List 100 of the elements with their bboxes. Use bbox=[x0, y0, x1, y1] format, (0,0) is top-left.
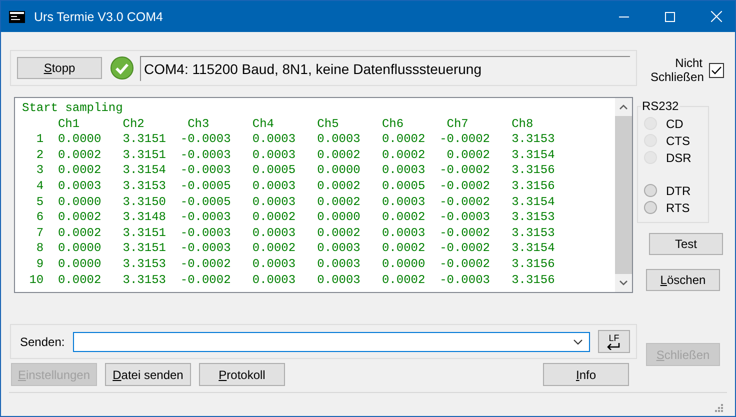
row-number: 1 bbox=[35, 132, 44, 148]
scroll-down-icon[interactable] bbox=[619, 280, 628, 286]
value-cell-text: -0.0003 bbox=[438, 272, 491, 288]
value-cell-text: 3.3154 bbox=[510, 241, 556, 257]
dropdown-icon[interactable] bbox=[573, 338, 583, 344]
value-cell-text: 0.0003 bbox=[56, 178, 102, 195]
value-cell-text: 3.3154 bbox=[510, 194, 556, 210]
row-number: 10 bbox=[28, 272, 44, 288]
value-cell-text: 0.0003 bbox=[251, 226, 297, 242]
value-cell-text: 0.0002 bbox=[56, 148, 102, 164]
signal-label: DTR bbox=[666, 184, 691, 198]
clear-button[interactable]: Löschen bbox=[646, 269, 720, 291]
value-cell-text: -0.0002 bbox=[438, 163, 491, 179]
column-header: Ch1 bbox=[56, 116, 81, 132]
stop-button[interactable]: Stopp bbox=[17, 57, 102, 79]
maximize-icon[interactable] bbox=[665, 12, 675, 22]
info-button[interactable]: Info bbox=[543, 363, 629, 386]
value-cell-text: 0.0000 bbox=[56, 132, 102, 148]
row-number: 4 bbox=[35, 178, 44, 195]
window-title: Urs Termie V3.0 COM4 bbox=[34, 10, 163, 24]
checkbox-label: Nicht Schließen bbox=[650, 56, 702, 84]
value-cell-text: 0.0002 bbox=[56, 226, 102, 242]
signal-label: DSR bbox=[666, 150, 692, 164]
row-number: 8 bbox=[35, 241, 44, 257]
value-cell-text: 0.0000 bbox=[380, 256, 426, 273]
value-cell-text: -0.0003 bbox=[438, 210, 491, 226]
value-cell-text: -0.0002 bbox=[438, 178, 491, 195]
value-cell-text: 0.0000 bbox=[316, 163, 362, 179]
value-cell-text: -0.0005 bbox=[179, 178, 232, 195]
value-cell-text: 3.3153 bbox=[122, 256, 167, 273]
value-cell-text: 3.3151 bbox=[122, 226, 167, 242]
value-cell-text: 0.0000 bbox=[56, 256, 102, 273]
row-number: 9 bbox=[35, 256, 44, 273]
resize-grip-icon[interactable] bbox=[714, 403, 723, 412]
row-number: 2 bbox=[35, 148, 44, 164]
value-cell-text: -0.0003 bbox=[179, 210, 232, 226]
value-cell-text: 3.3153 bbox=[510, 132, 556, 148]
value-cell-text: -0.0003 bbox=[179, 163, 232, 179]
terminal-line: Start sampling bbox=[22, 101, 124, 117]
value-cell-text: 0.0003 bbox=[251, 148, 297, 164]
value-cell-text: 0.0002 bbox=[380, 148, 426, 164]
keep-open-checkbox[interactable] bbox=[708, 62, 724, 78]
value-cell-text: 3.3156 bbox=[510, 178, 556, 195]
send-label: Senden: bbox=[20, 334, 65, 348]
action-button[interactable]: Datei senden bbox=[105, 363, 191, 386]
value-cell-text: 0.0003 bbox=[380, 226, 426, 242]
value-cell-text: 3.3156 bbox=[510, 272, 556, 288]
value-cell-text: 0.0002 bbox=[446, 148, 491, 164]
value-cell-text: 3.3153 bbox=[510, 210, 556, 226]
value-cell-text: 0.0002 bbox=[56, 272, 102, 288]
value-cell-text: -0.0002 bbox=[438, 241, 491, 257]
line-feed-button[interactable]: LF bbox=[598, 330, 630, 353]
row-number: 5 bbox=[35, 194, 44, 210]
value-cell-text: 3.3153 bbox=[122, 178, 167, 195]
value-cell-text: 3.3154 bbox=[510, 148, 556, 164]
value-cell-text: 0.0005 bbox=[251, 163, 297, 179]
close-icon[interactable] bbox=[711, 11, 722, 22]
value-cell-text: 0.0002 bbox=[380, 132, 426, 148]
value-cell-text: 0.0002 bbox=[380, 210, 426, 226]
row-number: 7 bbox=[35, 226, 44, 242]
column-header: Ch6 bbox=[380, 116, 405, 132]
value-cell-text: 3.3150 bbox=[122, 194, 167, 210]
value-cell-text: -0.0003 bbox=[179, 148, 232, 164]
value-cell-text: 0.0003 bbox=[251, 256, 297, 273]
value-cell-text: 0.0002 bbox=[316, 194, 362, 210]
value-cell-text: -0.0002 bbox=[438, 194, 491, 210]
value-cell-text: 0.0002 bbox=[316, 178, 362, 195]
value-cell-text: 3.3156 bbox=[510, 163, 556, 179]
value-cell-text: 0.0002 bbox=[251, 241, 297, 257]
value-cell-text: -0.0002 bbox=[438, 226, 491, 242]
signal-label: CTS bbox=[666, 134, 690, 148]
signal-label: RTS bbox=[666, 200, 690, 214]
value-cell-text: -0.0002 bbox=[179, 256, 232, 273]
value-cell-text: 3.3151 bbox=[122, 148, 167, 164]
test-button[interactable]: Test bbox=[649, 233, 723, 255]
column-header: Ch7 bbox=[446, 116, 470, 132]
value-cell-text: 0.0003 bbox=[251, 132, 297, 148]
value-cell-text: 3.3153 bbox=[122, 272, 167, 288]
value-cell-text: -0.0003 bbox=[179, 241, 232, 257]
value-cell-text: 0.0003 bbox=[316, 132, 362, 148]
value-cell-text: 3.3151 bbox=[122, 132, 167, 148]
value-cell-text: -0.0002 bbox=[438, 132, 491, 148]
value-cell-text: 0.0000 bbox=[56, 194, 102, 210]
value-cell-text: -0.0005 bbox=[179, 194, 232, 210]
send-field[interactable] bbox=[72, 332, 590, 352]
row-number: 3 bbox=[35, 163, 44, 179]
value-cell-text: 3.3153 bbox=[510, 226, 556, 242]
status-message: COM4: 115200 Baud, 8N1, keine Datenflusssteuerung bbox=[140, 56, 630, 80]
value-cell-text: 0.0002 bbox=[380, 272, 426, 288]
column-header: Ch8 bbox=[510, 116, 534, 132]
signal-label: CD bbox=[666, 116, 684, 130]
value-cell-text: 0.0000 bbox=[316, 210, 362, 226]
scroll-up-icon[interactable] bbox=[619, 104, 628, 110]
action-button[interactable]: Protokoll bbox=[199, 363, 285, 386]
value-cell-text: 3.3148 bbox=[122, 210, 167, 226]
value-cell-text: 0.0002 bbox=[316, 148, 362, 164]
value-cell-text: -0.0003 bbox=[179, 132, 232, 148]
scrollbar[interactable] bbox=[615, 98, 632, 292]
return-arrow-icon bbox=[606, 342, 622, 350]
value-cell-text: -0.0003 bbox=[179, 226, 232, 242]
